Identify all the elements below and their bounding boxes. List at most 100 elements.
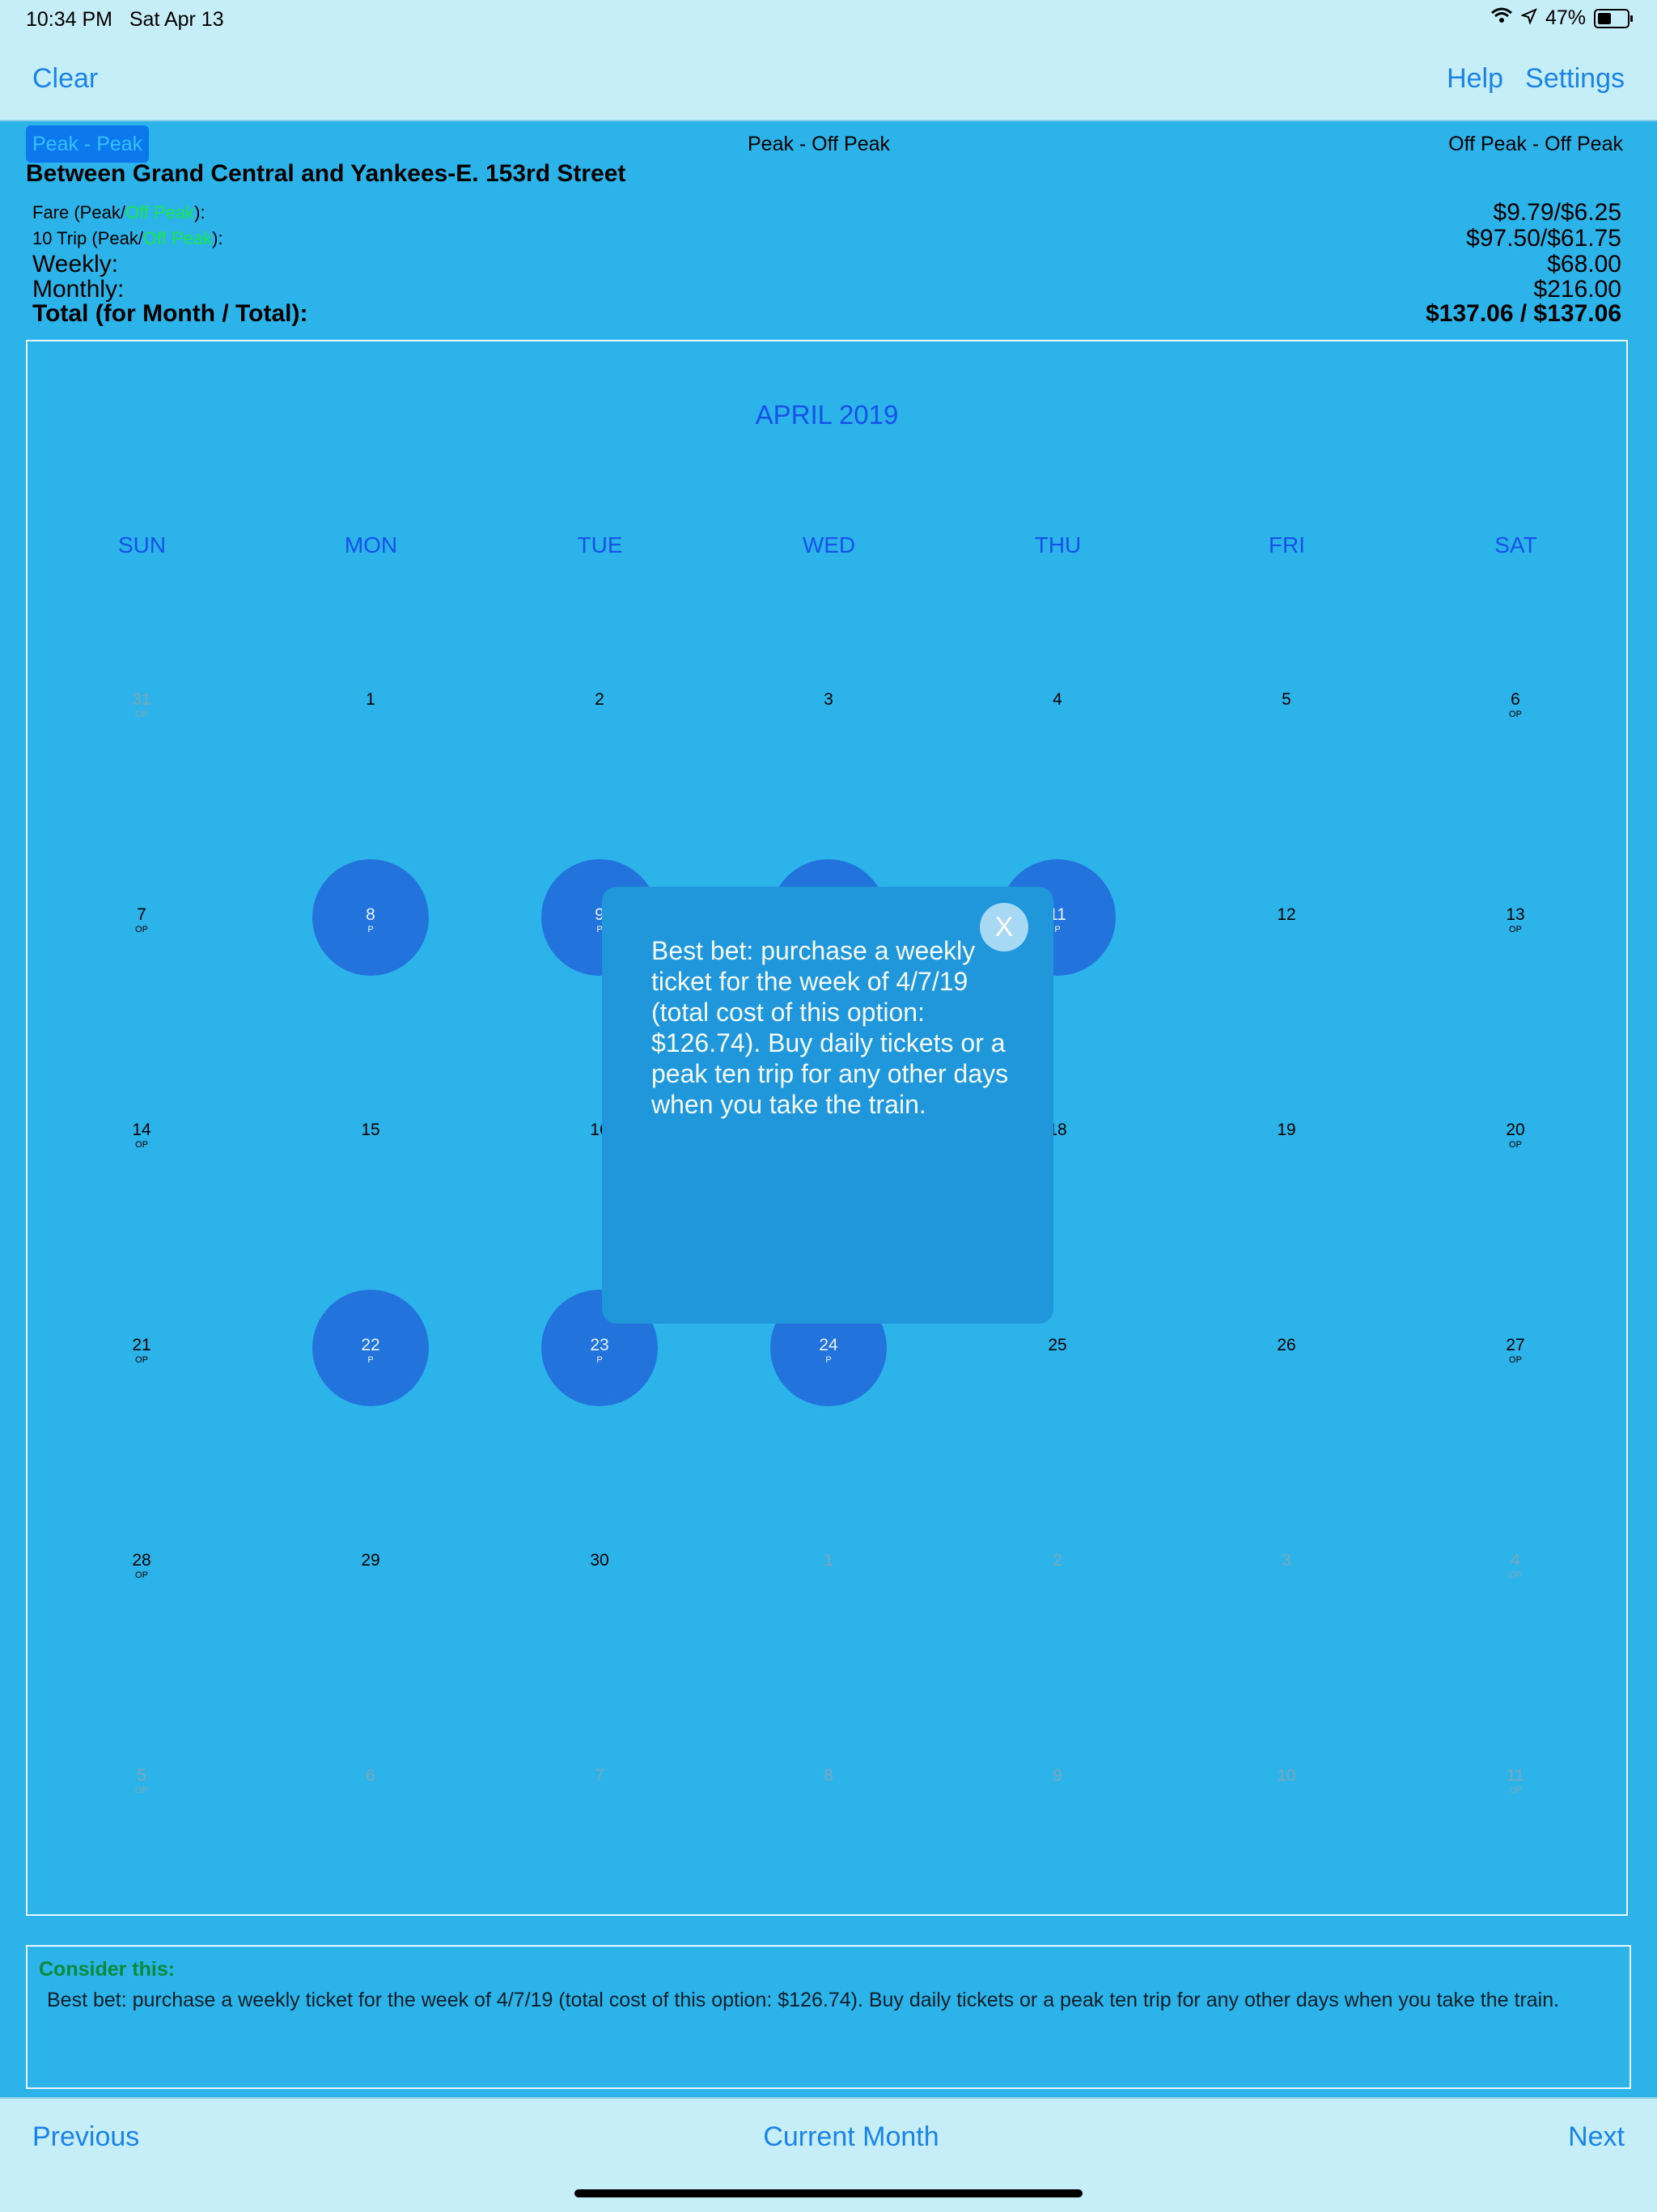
day-number: 1 bbox=[824, 1551, 833, 1570]
day-number: 7 bbox=[595, 1766, 604, 1785]
calendar-day[interactable]: 11 OP bbox=[1455, 1718, 1576, 1839]
weekly-row: Weekly: $68.00 bbox=[32, 251, 1621, 278]
day-number: 3 bbox=[824, 690, 833, 709]
calendar-day[interactable]: 7 bbox=[539, 1718, 660, 1839]
calendar-day[interactable]: 27 OP bbox=[1455, 1287, 1576, 1409]
current-month-button[interactable]: Current Month bbox=[0, 2121, 1657, 2153]
location-arrow-icon bbox=[1520, 6, 1537, 30]
wifi-icon bbox=[1490, 6, 1513, 30]
total-row: Total (for Month / Total): $137.06 / $13… bbox=[32, 300, 1621, 328]
next-month-button[interactable]: Next bbox=[1568, 2121, 1625, 2153]
day-fare-type: P bbox=[825, 1355, 832, 1365]
monthly-value: $216.00 bbox=[1533, 276, 1621, 303]
calendar-day[interactable]: 5 OP bbox=[81, 1718, 202, 1839]
day-fare-type: OP bbox=[135, 1570, 148, 1580]
day-fare-type: OP bbox=[135, 1355, 148, 1365]
close-popup-button[interactable]: X bbox=[980, 903, 1028, 951]
day-number: 22 bbox=[361, 1336, 380, 1354]
calendar-day[interactable]: 20 OP bbox=[1455, 1072, 1576, 1193]
help-button[interactable]: Help bbox=[1447, 63, 1503, 95]
day-number: 2 bbox=[595, 690, 604, 709]
calendar-day[interactable]: 29 bbox=[310, 1502, 431, 1624]
fare-label: Fare (Peak/Off Peak): bbox=[32, 202, 206, 222]
calendar-day[interactable]: 4 OP bbox=[1455, 1502, 1576, 1624]
day-number: 8 bbox=[824, 1766, 833, 1785]
calendar-day[interactable]: 4 bbox=[997, 642, 1118, 763]
ten-trip-value: $97.50/$61.75 bbox=[1466, 225, 1621, 252]
day-number: 7 bbox=[137, 905, 146, 924]
calendar-day[interactable]: 26 bbox=[1226, 1287, 1347, 1409]
calendar-day[interactable]: 1 bbox=[768, 1502, 889, 1624]
calendar-day[interactable]: 9 bbox=[997, 1718, 1118, 1839]
day-fare-type: P bbox=[367, 925, 374, 934]
calendar-day[interactable]: 30 bbox=[539, 1502, 660, 1624]
calendar-day[interactable]: 1 bbox=[310, 642, 431, 763]
day-number: 15 bbox=[361, 1121, 380, 1139]
day-number: 3 bbox=[1282, 1551, 1291, 1570]
weekday-wed: WED bbox=[802, 532, 856, 557]
calendar-day[interactable]: 2 bbox=[997, 1502, 1118, 1624]
segment-offpeak-offpeak[interactable]: Off Peak - Off Peak bbox=[1448, 125, 1623, 163]
calendar-day[interactable]: 3 bbox=[768, 642, 889, 763]
day-fare-type: OP bbox=[135, 925, 148, 934]
calendar-day[interactable]: 13 OP bbox=[1455, 857, 1576, 978]
calendar-day[interactable]: 2 bbox=[539, 642, 660, 763]
day-number: 11 bbox=[1507, 1766, 1524, 1785]
day-number: 31 bbox=[132, 690, 151, 709]
calendar-day[interactable]: 10 bbox=[1226, 1718, 1347, 1839]
calendar-month-title: APRIL 2019 bbox=[755, 400, 899, 430]
weekday-sat: SAT bbox=[1494, 532, 1537, 557]
close-icon: X bbox=[994, 912, 1014, 943]
calendar-day[interactable]: 6 OP bbox=[1455, 642, 1576, 763]
calendar-day[interactable]: 21 OP bbox=[81, 1287, 202, 1409]
popup-message: Best bet: purchase a weekly ticket for t… bbox=[651, 936, 1009, 1119]
day-number: 1 bbox=[366, 690, 375, 709]
calendar-day[interactable]: 8 bbox=[768, 1718, 889, 1839]
day-number: 5 bbox=[137, 1766, 146, 1785]
segment-peak-offpeak[interactable]: Peak - Off Peak bbox=[722, 125, 916, 163]
calendar-day[interactable]: 6 bbox=[310, 1718, 431, 1839]
fare-row: Fare (Peak/Off Peak): $9.79/$6.25 bbox=[32, 199, 1621, 227]
status-clock: 10:34 PM bbox=[26, 8, 113, 31]
day-fare-type: OP bbox=[1509, 1786, 1522, 1795]
day-number: 12 bbox=[1277, 905, 1296, 924]
day-number: 21 bbox=[132, 1336, 151, 1354]
day-number: 8 bbox=[366, 905, 375, 924]
day-number: 4 bbox=[1053, 690, 1062, 709]
calendar-day[interactable]: 14 OP bbox=[81, 1072, 202, 1193]
clear-button[interactable]: Clear bbox=[32, 63, 98, 95]
day-fare-type: OP bbox=[135, 1140, 148, 1150]
day-number: 30 bbox=[590, 1551, 609, 1570]
day-number: 5 bbox=[1282, 690, 1291, 709]
day-number: 29 bbox=[361, 1551, 380, 1570]
calendar-day[interactable]: 28 OP bbox=[81, 1502, 202, 1624]
status-time: 10:34 PM Sat Apr 13 bbox=[26, 8, 224, 32]
monthly-label: Monthly: bbox=[32, 276, 125, 303]
status-date: Sat Apr 13 bbox=[129, 8, 224, 31]
ten-trip-label: 10 Trip (Peak/Off Peak): bbox=[32, 228, 223, 248]
consider-message: Best bet: purchase a weekly ticket for t… bbox=[47, 1989, 1560, 2011]
segment-peak-peak[interactable]: Peak - Peak bbox=[26, 125, 150, 163]
total-value: $137.06 / $137.06 bbox=[1426, 300, 1621, 327]
day-number: 25 bbox=[1048, 1336, 1067, 1354]
day-number: 26 bbox=[1277, 1336, 1296, 1354]
day-number: 6 bbox=[366, 1766, 375, 1785]
day-number: 23 bbox=[590, 1336, 609, 1354]
day-number: 19 bbox=[1277, 1121, 1296, 1139]
calendar-day[interactable]: 15 bbox=[310, 1072, 431, 1193]
calendar-day[interactable]: 3 bbox=[1226, 1502, 1347, 1624]
calendar-day[interactable]: 5 bbox=[1226, 642, 1347, 763]
calendar-day[interactable]: 19 bbox=[1226, 1072, 1347, 1193]
day-number: 2 bbox=[1053, 1551, 1062, 1570]
calendar-day[interactable]: 7 OP bbox=[81, 857, 202, 978]
calendar-day[interactable]: 31 OP bbox=[81, 642, 202, 763]
calendar-day[interactable]: 12 bbox=[1226, 857, 1347, 978]
day-number: 10 bbox=[1277, 1766, 1296, 1785]
calendar-day[interactable]: 8P bbox=[310, 857, 431, 978]
day-fare-type: OP bbox=[1509, 1355, 1522, 1365]
day-fare-type: OP bbox=[1509, 925, 1522, 934]
day-number: 9 bbox=[1053, 1766, 1062, 1785]
weekday-fri: FRI bbox=[1268, 532, 1306, 557]
calendar-day[interactable]: 22 P bbox=[310, 1287, 431, 1409]
settings-button[interactable]: Settings bbox=[1525, 63, 1625, 95]
